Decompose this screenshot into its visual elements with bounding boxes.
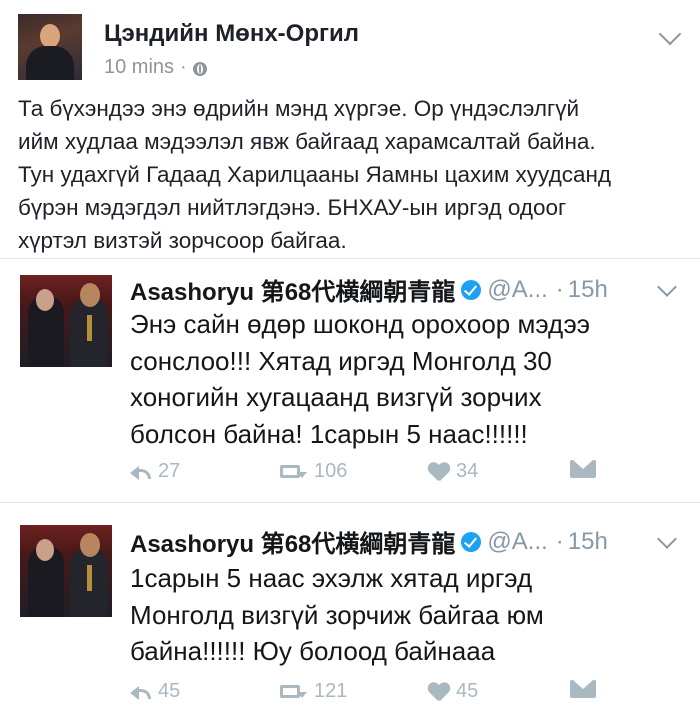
globe-icon xyxy=(192,61,207,76)
avatar-tie xyxy=(87,565,92,591)
avatar-face xyxy=(40,24,60,48)
tweet-actions: 45 121 45 xyxy=(130,680,610,710)
chevron-down-icon[interactable] xyxy=(658,22,682,46)
reply-button[interactable]: 27 xyxy=(130,460,180,483)
tweet-handle[interactable]: @A... xyxy=(487,276,547,304)
avatar-face-left xyxy=(36,289,54,311)
tweet-separator: · xyxy=(555,275,564,303)
tweet-avatar[interactable] xyxy=(20,525,112,617)
tweet-time[interactable]: 15h xyxy=(568,276,608,304)
meta-separator: · xyxy=(180,56,187,78)
direct-message-icon xyxy=(570,680,596,698)
avatar-face-left xyxy=(36,539,54,561)
post-timestamp[interactable]: 10 mins xyxy=(104,56,174,79)
retweet-icon xyxy=(278,683,308,701)
post-meta: 10 mins · xyxy=(104,56,207,79)
tweet-text: Энэ сайн өдөр шоконд орохоор мэдээ сонсл… xyxy=(130,309,591,449)
post-text: Та бүхэндээ энэ өдрийн мэнд хүргэе. Ор ү… xyxy=(18,96,612,253)
like-button[interactable]: 34 xyxy=(428,460,478,483)
like-count: 45 xyxy=(456,680,479,702)
tweet-author-name[interactable]: Asashoryu 第68代横綱朝青龍 xyxy=(130,272,455,307)
tweet-handle[interactable]: @A... xyxy=(487,528,547,556)
author-avatar[interactable] xyxy=(18,14,82,80)
retweet-icon xyxy=(278,463,308,481)
avatar-suit xyxy=(26,46,74,80)
reply-icon xyxy=(130,684,152,700)
retweet-button[interactable]: 106 xyxy=(278,460,347,483)
post-header: Цэндийн Мөнх-Оргил 10 mins · xyxy=(18,14,682,84)
tweet-header: Asashoryu 第68代横綱朝青龍 @A... · 15h xyxy=(130,272,608,307)
tweet-text: 1сарын 5 наас эхэлж хятад иргэд Монголд … xyxy=(130,563,544,666)
retweet-count: 121 xyxy=(314,680,348,702)
tweet-author-name[interactable]: Asashoryu 第68代横綱朝青龍 xyxy=(130,524,455,559)
avatar-face-right xyxy=(80,533,100,557)
reply-count: 45 xyxy=(158,680,181,702)
retweet-button[interactable]: 121 xyxy=(278,680,347,703)
tweet-avatar[interactable] xyxy=(20,275,112,367)
tweet-header: Asashoryu 第68代横綱朝青龍 @A... · 15h xyxy=(130,524,608,559)
avatar-face-right xyxy=(80,283,100,307)
verified-badge-icon xyxy=(461,531,482,552)
direct-message-button[interactable] xyxy=(570,680,596,698)
like-button[interactable]: 45 xyxy=(428,680,478,703)
reply-icon xyxy=(130,464,152,480)
heart-icon xyxy=(428,683,450,701)
avatar-tie xyxy=(87,315,92,341)
direct-message-button[interactable] xyxy=(570,460,596,478)
tweet-time[interactable]: 15h xyxy=(568,528,608,556)
direct-message-icon xyxy=(570,460,596,478)
author-name[interactable]: Цэндийн Мөнх-Оргил xyxy=(104,20,359,48)
verified-badge-icon xyxy=(461,279,482,300)
reply-button[interactable]: 45 xyxy=(130,680,180,703)
heart-icon xyxy=(428,463,450,481)
tweet-separator: · xyxy=(555,527,564,555)
reply-count: 27 xyxy=(158,460,181,482)
like-count: 34 xyxy=(456,460,479,482)
retweet-count: 106 xyxy=(314,460,348,482)
tweet-actions: 27 106 34 xyxy=(130,460,610,490)
